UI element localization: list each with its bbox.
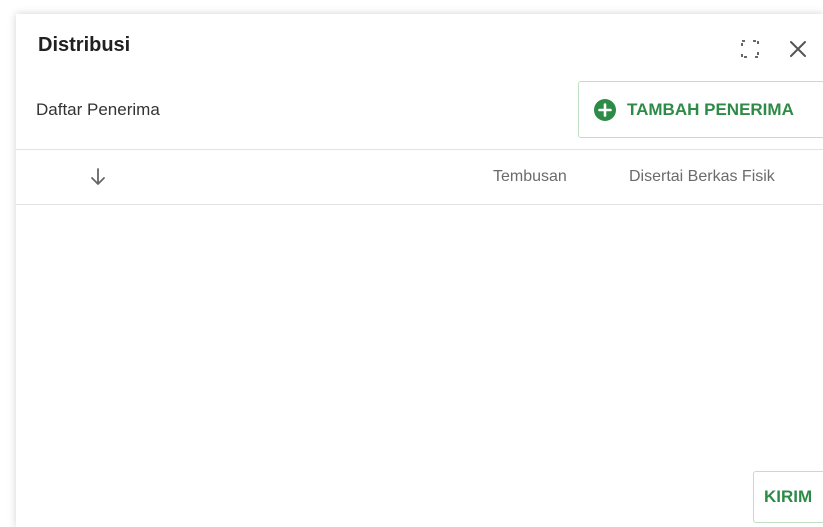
arrow-down-icon[interactable] [89, 167, 107, 187]
add-recipient-button[interactable]: TAMBAH PENERIMA [578, 81, 823, 138]
column-header-tembusan[interactable]: Tembusan [493, 168, 567, 186]
column-header-berkas-fisik[interactable]: Disertai Berkas Fisik [629, 168, 775, 186]
add-recipient-label: TAMBAH PENERIMA [627, 99, 794, 119]
close-icon[interactable] [786, 37, 810, 61]
send-button-label: KIRIM [764, 487, 813, 506]
fullscreen-icon[interactable] [740, 39, 760, 59]
table-header: Tembusan Disertai Berkas Fisik [16, 150, 823, 204]
distribution-dialog: Distribusi Daftar Penerima TAMBAH PENERI… [16, 14, 823, 527]
send-button[interactable]: KIRIM [753, 471, 823, 523]
dialog-title: Distribusi [38, 34, 131, 56]
plus-circle-icon [593, 98, 617, 122]
table-body [16, 205, 823, 465]
recipient-list-label: Daftar Penerima [36, 100, 160, 119]
